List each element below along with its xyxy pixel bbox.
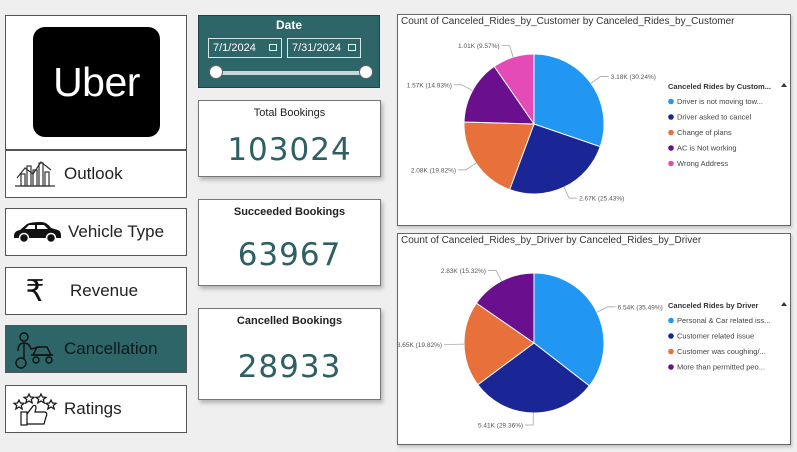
driver-cancel-pie: 6.54K (35.49%) 5.41K (29.36%) 3.65K (19.82… [398, 268, 787, 429]
kpi-value: 63967 [237, 237, 342, 273]
nav-label: Outlook [64, 164, 123, 183]
nav-label: Vehicle Type [68, 222, 165, 241]
calendar-icon[interactable] [269, 44, 277, 51]
legend-marker[interactable] [668, 98, 674, 105]
legend-item[interactable]: AC is Not working [677, 144, 737, 153]
nav-ratings-button[interactable]: Ratings [5, 385, 187, 433]
thumbs-up-stars-icon [6, 390, 64, 428]
data-label: 5.41K (29.36%) [478, 422, 523, 429]
data-label: 3.65K (19.82%) [398, 342, 442, 349]
kpi-label: Cancelled Bookings [236, 315, 343, 327]
rupee-icon: ₹ [25, 273, 45, 309]
legend-item[interactable]: Customer was coughing/... [677, 347, 766, 356]
legend-item[interactable]: More than permitted peo... [677, 363, 765, 372]
legend-marker[interactable] [668, 145, 674, 151]
end-date-value: 7/31/2024 [292, 42, 341, 54]
data-label-leader [501, 45, 514, 58]
uber-logo: Uber [33, 27, 160, 137]
chart-title: Count of Canceled_Rides_by_Customer by C… [401, 16, 735, 27]
legend-title: Canceled Rides by Custom... [668, 82, 771, 91]
date-slicer: Date 7/1/2024 7/31/2024 [198, 15, 380, 88]
nav-cancellation-button[interactable]: Cancellation [5, 325, 187, 373]
legend-item[interactable]: Driver is not moving tow... [677, 97, 763, 106]
mechanic-icon [6, 329, 64, 369]
bar-chart-icon [6, 158, 64, 190]
data-label-leader [525, 412, 534, 426]
kpi-label: Total Bookings [253, 107, 326, 119]
kpi-label: Succeeded Bookings [233, 206, 346, 218]
kpi-value: 28933 [237, 349, 342, 385]
date-range-end-handle[interactable] [359, 65, 373, 79]
data-label: 6.54K (35.49%) [618, 304, 663, 311]
data-label-leader [458, 162, 477, 171]
legend-scroll-up-icon[interactable] [781, 83, 787, 87]
customer-cancel-pie: 3.18K (30.24%) 2.67K (25.43%) 2.08K (19.82… [407, 43, 787, 203]
data-label: 3.18K (30.24%) [611, 74, 656, 81]
total-bookings-card: Total Bookings 103024 [198, 100, 381, 177]
driver-cancel-chart: Count of Canceled_Rides_by_Driver by Can… [397, 233, 791, 445]
legend-title: Canceled Rides by Driver [668, 301, 759, 310]
end-date-input[interactable]: 7/31/2024 [287, 38, 361, 58]
nav-label: Ratings [64, 399, 122, 418]
start-date-input[interactable]: 7/1/2024 [208, 38, 282, 58]
data-label: 2.67K (25.43%) [579, 196, 624, 203]
customer-cancel-chart: Count of Canceled_Rides_by_Customer by C… [397, 14, 791, 226]
legend-marker[interactable] [668, 317, 674, 324]
kpi-value: 103024 [227, 132, 352, 168]
data-label: 2.83K (15.32%) [441, 268, 486, 275]
data-label-leader [596, 306, 616, 313]
succeeded-bookings-card: Succeeded Bookings 63967 [198, 199, 381, 286]
data-label-leader [563, 187, 578, 199]
legend-item[interactable]: Customer related issue [677, 332, 754, 341]
data-label-leader [453, 84, 473, 91]
data-label: 1.57K (14.93%) [407, 82, 452, 89]
car-icon [6, 220, 68, 244]
nav-revenue-button[interactable]: ₹ Revenue [5, 267, 187, 315]
data-label: 2.08K (19.82%) [411, 167, 456, 174]
data-label-leader [590, 75, 609, 84]
nav-label: Cancellation [64, 339, 158, 358]
data-label: 1.01K (9.57%) [458, 43, 500, 50]
legend-scroll-up-icon[interactable] [781, 302, 787, 306]
legend-marker[interactable] [668, 114, 674, 120]
calendar-icon[interactable] [348, 44, 356, 51]
start-date-value: 7/1/2024 [213, 42, 256, 54]
nav-vehicle-type-button[interactable]: Vehicle Type [5, 208, 187, 256]
legend-item[interactable]: Personal & Car related iss... [677, 316, 770, 325]
date-slicer-title: Date [275, 18, 302, 32]
data-label-leader [487, 270, 502, 282]
nav-outlook-button[interactable]: Outlook [5, 150, 187, 198]
legend-item[interactable]: Change of plans [677, 128, 732, 137]
legend-marker[interactable] [668, 160, 674, 167]
date-range-slider-track[interactable] [216, 71, 366, 75]
nav-label: Revenue [70, 281, 139, 300]
legend-marker[interactable] [668, 333, 674, 339]
legend-marker[interactable] [668, 129, 674, 136]
logo-text: Uber [53, 58, 140, 105]
legend-item[interactable]: Wrong Address [677, 159, 728, 168]
date-range-start-handle[interactable] [209, 65, 223, 79]
logo-frame: Uber [5, 15, 187, 150]
legend-item[interactable]: Driver asked to cancel [677, 113, 752, 122]
cancelled-bookings-card: Cancelled Bookings 28933 [198, 308, 381, 400]
chart-title: Count of Canceled_Rides_by_Driver by Can… [401, 235, 702, 246]
legend-marker[interactable] [668, 364, 674, 370]
legend-marker[interactable] [668, 348, 674, 355]
